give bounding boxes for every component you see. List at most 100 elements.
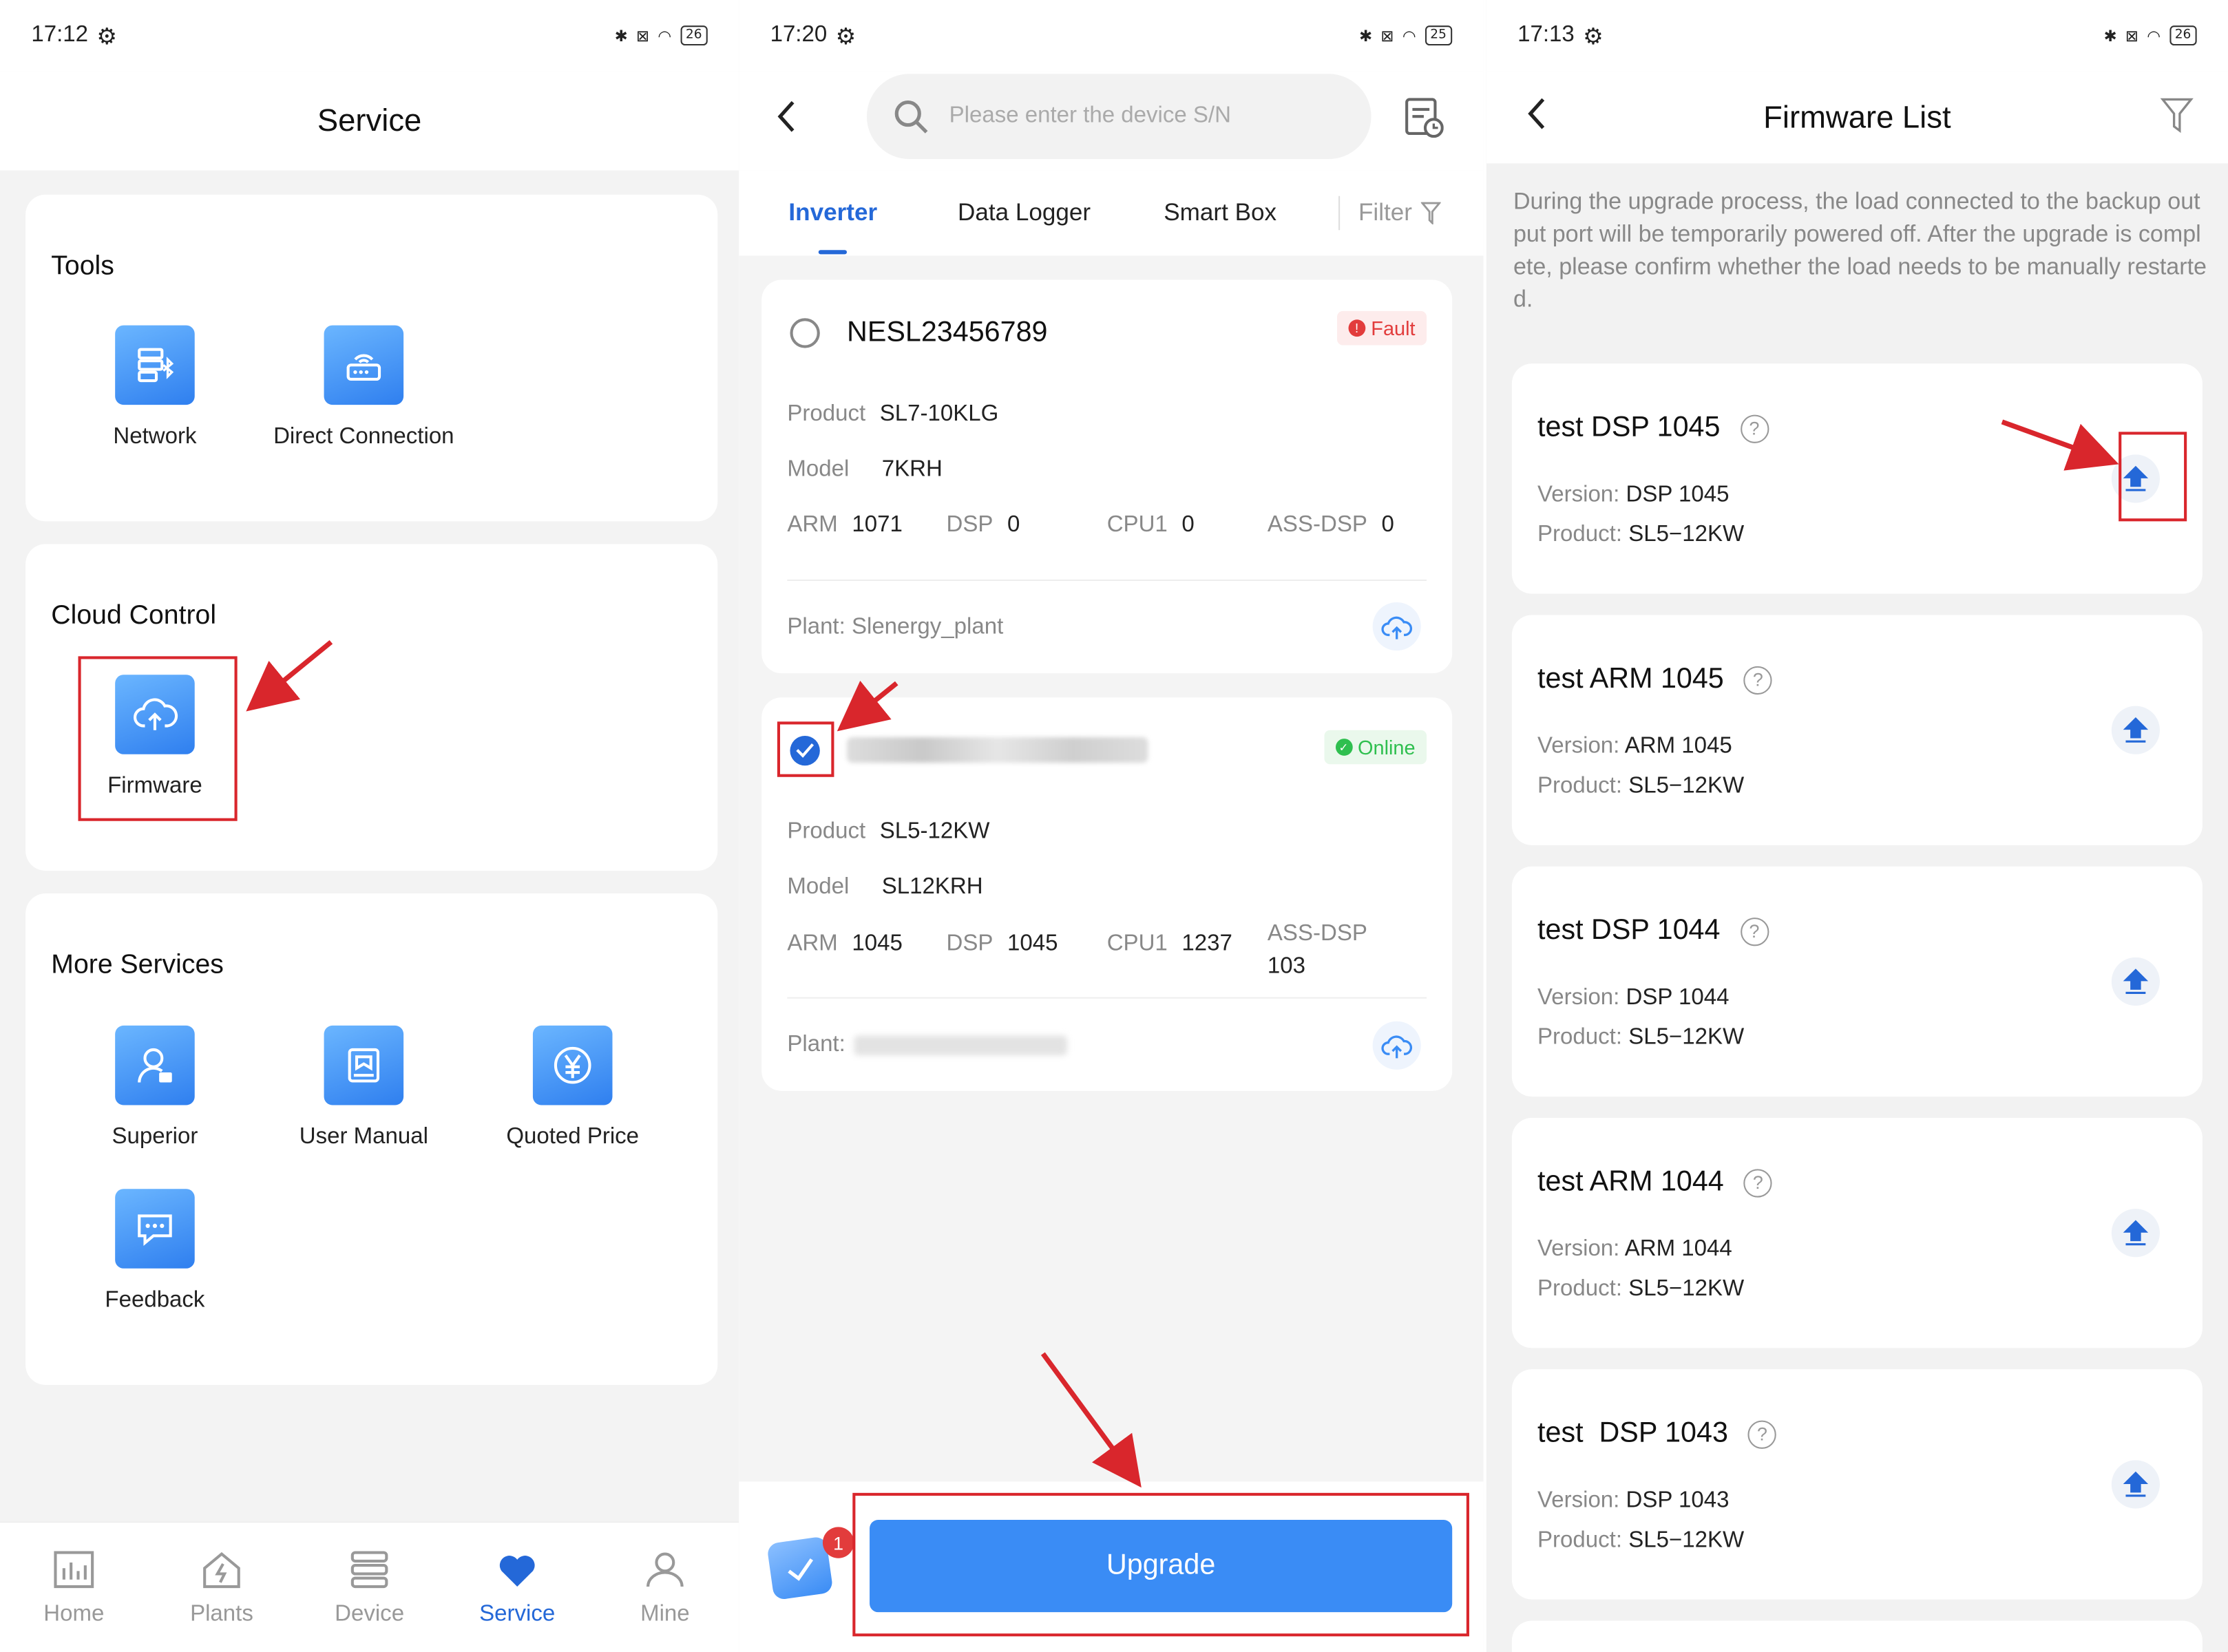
model-row: Model 7KRH	[787, 457, 943, 483]
quoted-price-tile[interactable]: Quoted Price	[466, 1025, 680, 1151]
product-label: Product:	[1537, 1025, 1623, 1050]
firmware-card: test DSP 1045? Version: DSP 1045 Product…	[1511, 363, 2203, 594]
bottom-nav: Home Plants Device Service Mine	[0, 1521, 739, 1652]
product-value: SL5−12KW	[1628, 1277, 1745, 1302]
superior-tile[interactable]: Superior	[48, 1025, 262, 1151]
dsp-value: 1045	[1007, 931, 1058, 956]
assdsp-row: ASS-DSP 0	[1268, 513, 1394, 538]
arm-label: ARM	[787, 931, 838, 956]
search-icon	[894, 100, 928, 134]
product-value: SL5−12KW	[1628, 774, 1745, 798]
cpu1-row: CPU1 1237	[1107, 932, 1232, 957]
firmware-name: test DSP 1043	[1537, 1417, 1728, 1449]
device-card-selected[interactable]: ✓ Online Product SL5-12KW Model SL12KRH ARM…	[761, 697, 1453, 1091]
status-bar: 17:12 ⚙ ✱ ⊠ ◠ 26	[0, 0, 739, 72]
bluetooth-icon: ✱	[614, 26, 628, 45]
quoted-price-label: Quoted Price	[506, 1125, 640, 1150]
product-label: Product:	[1537, 774, 1623, 798]
help-icon[interactable]: ?	[1740, 414, 1769, 443]
version-label: Version:	[1537, 1488, 1620, 1513]
tab-smart-box[interactable]: Smart Box	[1164, 199, 1276, 227]
feedback-tile[interactable]: Feedback	[48, 1189, 262, 1314]
device-sn-blurred	[847, 737, 1148, 763]
nav-home[interactable]: Home	[17, 1547, 131, 1627]
upload-button[interactable]	[2111, 1209, 2160, 1258]
search-input[interactable]: Please enter the device S/N	[949, 104, 1231, 129]
filter-icon	[1420, 202, 1441, 225]
search-field[interactable]: Please enter the device S/N	[866, 74, 1372, 160]
arm-row: ARM 1045	[787, 932, 902, 957]
sim-off-icon: ⊠	[636, 26, 650, 45]
nav-plants[interactable]: Plants	[165, 1547, 278, 1627]
upgrade-highlight-box	[852, 1492, 1469, 1637]
battery-icon: 25	[1425, 25, 1453, 46]
version-value: ARM 1044	[1624, 1237, 1732, 1262]
model-label: Model	[787, 457, 850, 482]
tools-title: Tools	[51, 251, 114, 282]
model-label: Model	[787, 875, 850, 900]
version-label: Version:	[1537, 1237, 1620, 1262]
cpu1-row: CPU1 0	[1107, 513, 1195, 538]
firmware-list-screen: 17:13 ⚙ ✱ ⊠ ◠ 26 Firmware List During the up…	[1486, 0, 2228, 1652]
direct-connection-label: Direct Connection	[273, 425, 454, 449]
product-value: SL5−12KW	[1628, 1025, 1745, 1050]
user-manual-label: User Manual	[299, 1125, 428, 1150]
upload-button[interactable]	[2111, 957, 2160, 1006]
filter-button[interactable]	[2160, 96, 2194, 140]
feedback-label: Feedback	[105, 1288, 205, 1313]
cpu1-label: CPU1	[1106, 931, 1168, 956]
firmware-version: Version: DSP 1045	[1537, 483, 1729, 509]
direct-connection-tile[interactable]: Direct Connection	[258, 325, 471, 451]
tab-divider	[1338, 195, 1341, 231]
divider	[787, 997, 1427, 999]
firmware-version: Version: ARM 1045	[1537, 734, 1732, 760]
status-time: 17:20	[770, 23, 828, 47]
status-time: 17:12	[31, 23, 89, 47]
router-icon	[324, 325, 404, 405]
record-list-button[interactable]	[1404, 96, 1444, 146]
upload-button[interactable]	[2111, 1460, 2160, 1509]
help-icon[interactable]: ?	[1743, 665, 1772, 695]
cloud-upload-icon	[1381, 616, 1413, 639]
tab-inverter[interactable]: Inverter	[788, 199, 877, 227]
device-card[interactable]: NESL23456789 ! Fault Product SL7-10KLG Mod…	[761, 279, 1453, 674]
tools-card: Tools Network Direct Connection	[25, 194, 718, 522]
firmware-card-partial	[1511, 1620, 2203, 1652]
wifi-icon: ◠	[1402, 26, 1416, 45]
divider	[787, 579, 1427, 582]
settings-gear-icon: ⚙	[1583, 21, 1604, 50]
cloud-upload-button[interactable]	[1372, 602, 1421, 651]
filter-button[interactable]: Filter	[1358, 199, 1441, 227]
device-sn: NESL23456789	[847, 317, 1048, 348]
nav-service-label: Service	[479, 1601, 556, 1626]
tab-data-logger[interactable]: Data Logger	[958, 199, 1091, 227]
help-icon[interactable]: ?	[1747, 1419, 1777, 1448]
plant-label: Plant:	[787, 1032, 845, 1057]
arm-row: ARM 1071	[787, 513, 902, 538]
firmware-version: Version: ARM 1044	[1537, 1237, 1732, 1262]
status-time: 17:13	[1517, 23, 1575, 47]
nav-device[interactable]: Device	[313, 1547, 426, 1627]
firmware-name: test DSP 1045	[1537, 412, 1721, 443]
help-icon[interactable]: ?	[1740, 917, 1769, 946]
back-button[interactable]	[770, 96, 805, 143]
nav-home-label: Home	[43, 1601, 105, 1626]
help-icon[interactable]: ?	[1743, 1168, 1772, 1197]
back-button[interactable]	[1520, 94, 1555, 140]
heart-icon	[499, 1555, 535, 1587]
device-radio[interactable]	[790, 318, 820, 348]
battery-icon: 26	[2169, 25, 2197, 46]
user-manual-tile[interactable]: User Manual	[258, 1025, 471, 1151]
network-tile[interactable]: Network	[48, 325, 262, 451]
firmware-name-row: test ARM 1044?	[1537, 1166, 1772, 1198]
nav-service[interactable]: Service	[461, 1547, 574, 1627]
cloud-upload-button[interactable]	[1372, 1021, 1421, 1070]
filter-icon	[2160, 98, 2194, 134]
nav-mine[interactable]: Mine	[608, 1547, 722, 1627]
sim-off-icon: ⊠	[1380, 26, 1394, 45]
version-value: DSP 1045	[1626, 483, 1730, 507]
firmware-version: Version: DSP 1044	[1537, 986, 1729, 1011]
wifi-icon: ◠	[658, 26, 672, 45]
upload-button[interactable]	[2111, 706, 2160, 754]
network-bluetooth-icon	[115, 325, 195, 405]
